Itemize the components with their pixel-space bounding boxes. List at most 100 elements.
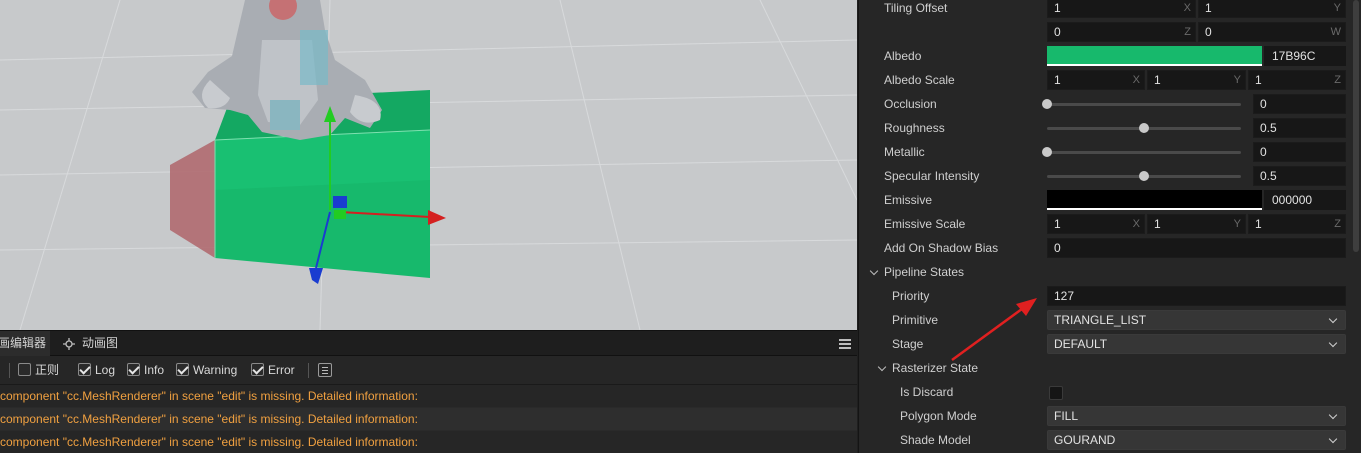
- section-label: Pipeline States: [884, 265, 965, 279]
- occlusion-slider[interactable]: [1047, 103, 1241, 106]
- checkbox-info[interactable]: [127, 363, 140, 376]
- scene-canvas[interactable]: [0, 0, 857, 330]
- prop-label: Emissive: [884, 193, 933, 207]
- prop-primitive: Primitive TRIANGLE_LIST: [859, 308, 1361, 332]
- prop-label: Occlusion: [884, 97, 937, 111]
- filter-log-checkbox[interactable]: Log: [78, 363, 115, 379]
- metallic-slider-handle[interactable]: [1042, 147, 1052, 157]
- prop-label: Add On Shadow Bias: [884, 241, 999, 255]
- prop-tiling-offset: Tiling Offset 1X 1Y: [859, 0, 1361, 20]
- filter-error-checkbox[interactable]: Error: [251, 363, 295, 379]
- emissive-hex-input[interactable]: 000000: [1264, 190, 1346, 210]
- tab-animation-editor[interactable]: 画编辑器: [0, 331, 50, 356]
- prop-shade-model: Shade Model GOURAND: [859, 428, 1361, 452]
- log-entry[interactable]: component "cc.MeshRenderer" in scene "ed…: [0, 408, 857, 431]
- shade-model-select[interactable]: GOURAND: [1047, 430, 1346, 450]
- albedo-hex-input[interactable]: 17B96C: [1264, 46, 1346, 66]
- prop-label: Polygon Mode: [900, 409, 977, 423]
- prop-label: Shade Model: [900, 433, 971, 447]
- tab-animation-graph[interactable]: 动画图: [56, 331, 118, 356]
- emissive-scale-x-input[interactable]: 1X: [1047, 214, 1145, 234]
- x-axis-handle[interactable]: [428, 210, 446, 225]
- prop-label: Emissive Scale: [884, 217, 966, 231]
- emissive-color-swatch[interactable]: [1047, 190, 1262, 210]
- section-rasterizer-state[interactable]: Rasterizer State: [859, 356, 1361, 380]
- checkbox-log[interactable]: [78, 363, 91, 376]
- chevron-down-icon: [1328, 314, 1338, 324]
- roughness-slider-handle[interactable]: [1139, 123, 1149, 133]
- section-pipeline-states[interactable]: Pipeline States: [859, 260, 1361, 284]
- panel-menu-icon[interactable]: [839, 339, 851, 349]
- primitive-select[interactable]: TRIANGLE_LIST: [1047, 310, 1346, 330]
- checkbox-regex[interactable]: [18, 363, 31, 376]
- inspector-panel: Tiling Offset 1X 1Y 0Z 0W Albedo 17B96C …: [858, 0, 1361, 453]
- stage-select[interactable]: DEFAULT: [1047, 334, 1346, 354]
- filter-regex-checkbox[interactable]: 正则: [18, 363, 59, 379]
- prop-label: Is Discard: [900, 385, 954, 399]
- chevron-down-icon[interactable]: [877, 362, 887, 372]
- console-panel: 画编辑器 动画图 正则 Log Info Warning Error compo…: [0, 330, 857, 453]
- roughness-input[interactable]: 0.5: [1253, 118, 1346, 138]
- albedo-scale-z-input[interactable]: 1Z: [1248, 70, 1346, 90]
- shadow-bias-input[interactable]: 0: [1047, 238, 1346, 258]
- emissive-scale-y-input[interactable]: 1Y: [1147, 214, 1246, 234]
- prop-is-discard: Is Discard: [859, 380, 1361, 404]
- tiling-offset-x-input[interactable]: 1X: [1047, 0, 1196, 18]
- prop-roughness: Roughness 0.5: [859, 116, 1361, 140]
- chevron-down-icon[interactable]: [869, 266, 879, 276]
- animation-graph-icon: [63, 338, 75, 350]
- prop-metallic: Metallic 0: [859, 140, 1361, 164]
- log-entry[interactable]: component "cc.MeshRenderer" in scene "ed…: [0, 385, 857, 408]
- occlusion-input[interactable]: 0: [1253, 94, 1346, 114]
- prop-label: Priority: [892, 289, 930, 303]
- tiling-offset-y-input[interactable]: 1Y: [1198, 0, 1346, 18]
- checkbox-error[interactable]: [251, 363, 264, 376]
- albedo-scale-x-input[interactable]: 1X: [1047, 70, 1145, 90]
- chevron-down-icon: [1328, 338, 1338, 348]
- prop-polygon-mode: Polygon Mode FILL: [859, 404, 1361, 428]
- clear-log-icon[interactable]: [318, 363, 332, 377]
- prop-tiling-offset-zw: 0Z 0W: [859, 20, 1361, 44]
- tiling-offset-z-input[interactable]: 0Z: [1047, 22, 1196, 42]
- metallic-slider[interactable]: [1047, 151, 1241, 154]
- divider: [308, 363, 309, 378]
- tiling-offset-w-input[interactable]: 0W: [1198, 22, 1346, 42]
- prop-emissive-scale: Emissive Scale 1X 1Y 1Z: [859, 212, 1361, 236]
- prop-label: Stage: [892, 337, 924, 351]
- log-entry[interactable]: component "cc.MeshRenderer" in scene "ed…: [0, 431, 857, 453]
- albedo-color-swatch[interactable]: [1047, 46, 1262, 66]
- character-model: [192, 0, 382, 140]
- console-tabbar: 画编辑器 动画图: [0, 331, 857, 356]
- prop-albedo: Albedo 17B96C: [859, 44, 1361, 68]
- prop-specular-intensity: Specular Intensity 0.5: [859, 164, 1361, 188]
- prop-emissive: Emissive 000000: [859, 188, 1361, 212]
- specular-intensity-slider-handle[interactable]: [1139, 171, 1149, 181]
- annotation-arrow: [951, 298, 1037, 362]
- priority-input[interactable]: 127: [1047, 286, 1346, 306]
- specular-intensity-input[interactable]: 0.5: [1253, 166, 1346, 186]
- divider: [9, 363, 10, 378]
- prop-stage: Stage DEFAULT: [859, 332, 1361, 356]
- prop-occlusion: Occlusion 0: [859, 92, 1361, 116]
- prop-label: Metallic: [884, 145, 925, 159]
- console-filter-bar: 正则 Log Info Warning Error: [0, 356, 857, 385]
- z-axis-handle[interactable]: [309, 268, 323, 284]
- is-discard-checkbox[interactable]: [1049, 386, 1063, 400]
- checkbox-warning[interactable]: [176, 363, 189, 376]
- prop-label: Tiling Offset: [884, 1, 948, 15]
- metallic-input[interactable]: 0: [1253, 142, 1346, 162]
- tab-label: 动画图: [82, 336, 119, 350]
- filter-info-checkbox[interactable]: Info: [127, 363, 164, 379]
- prop-label: Primitive: [892, 313, 939, 327]
- prop-label: Roughness: [884, 121, 945, 135]
- polygon-mode-select[interactable]: FILL: [1047, 406, 1346, 426]
- occlusion-slider-handle[interactable]: [1042, 99, 1052, 109]
- filter-warning-checkbox[interactable]: Warning: [176, 363, 237, 379]
- emissive-scale-z-input[interactable]: 1Z: [1248, 214, 1346, 234]
- prop-label: Albedo: [884, 49, 922, 63]
- albedo-scale-y-input[interactable]: 1Y: [1147, 70, 1246, 90]
- prop-albedo-scale: Albedo Scale 1X 1Y 1Z: [859, 68, 1361, 92]
- prop-label: Albedo Scale: [884, 73, 955, 87]
- scene-viewport[interactable]: [0, 0, 857, 330]
- prop-label: Specular Intensity: [884, 169, 980, 183]
